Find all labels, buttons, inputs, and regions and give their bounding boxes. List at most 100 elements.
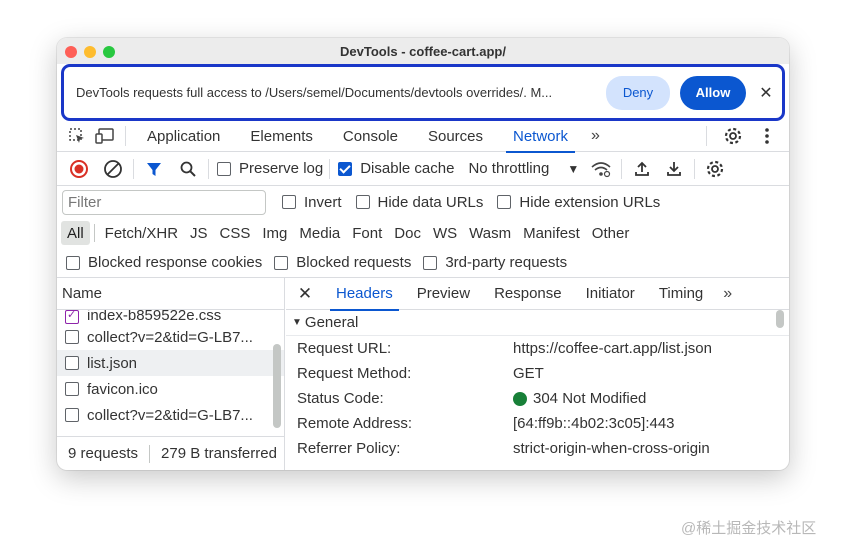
zoom-window-button[interactable] <box>103 46 115 58</box>
type-img[interactable]: Img <box>256 221 293 245</box>
request-list-scrollbar[interactable] <box>273 344 281 428</box>
clear-icon[interactable] <box>99 155 127 183</box>
header-value: [64:ff9b::4b02:3c05]:443 <box>513 415 675 432</box>
deny-button[interactable]: Deny <box>606 75 670 110</box>
blocked-response-cookies-box[interactable] <box>66 255 80 270</box>
type-other[interactable]: Other <box>586 221 636 245</box>
request-summary: 9 requests 279 B transferred <box>57 436 285 470</box>
tab-network[interactable]: Network <box>498 121 583 153</box>
type-wasm[interactable]: Wasm <box>463 221 517 245</box>
hide-data-urls-checkbox[interactable]: Hide data URLs <box>355 193 484 211</box>
name-column-header[interactable]: Name <box>57 278 284 310</box>
header-key: Remote Address: <box>297 415 413 432</box>
header-key: Referrer Policy: <box>297 440 401 457</box>
more-details-tabs-icon[interactable]: » <box>715 285 740 303</box>
third-party-requests-label: 3rd-party requests <box>445 254 568 271</box>
request-row[interactable]: collect?v=2&tid=G-LB7... <box>57 402 284 428</box>
network-settings-icon[interactable] <box>701 155 729 183</box>
general-section-header[interactable]: ▼ General <box>286 310 789 336</box>
blocked-requests-box[interactable] <box>274 255 289 270</box>
settings-gear-icon[interactable] <box>719 122 747 150</box>
collapse-triangle-icon: ▼ <box>292 317 302 328</box>
third-party-requests-box[interactable] <box>423 255 438 270</box>
header-row-request-url: Request URL: https://coffee-cart.app/lis… <box>286 336 789 361</box>
header-value: https://coffee-cart.app/list.json <box>513 340 712 357</box>
type-ws[interactable]: WS <box>427 221 463 245</box>
tab-headers[interactable]: Headers <box>324 278 405 311</box>
filter-funnel-icon[interactable] <box>140 155 168 183</box>
toolbar-divider <box>208 158 209 179</box>
tab-application[interactable]: Application <box>132 121 235 152</box>
document-icon <box>65 356 79 370</box>
hide-data-urls-label: Hide data URLs <box>377 193 484 211</box>
header-value-status: 304 Not Modified <box>513 390 646 407</box>
more-tabs-icon[interactable]: » <box>583 127 608 145</box>
resource-type-filter: All Fetch/XHR JS CSS Img Media Font Doc … <box>57 218 789 248</box>
section-title: General <box>304 314 359 331</box>
toolbar-divider <box>133 158 134 179</box>
tab-timing[interactable]: Timing <box>647 278 715 310</box>
header-value: GET <box>513 365 544 382</box>
throttling-select[interactable]: No throttling ▼ <box>468 160 579 177</box>
hide-data-urls-box[interactable] <box>355 195 370 209</box>
toolbar-divider <box>621 158 623 179</box>
main-tab-bar: Application Elements Console Sources Net… <box>57 121 789 153</box>
tab-preview[interactable]: Preview <box>405 278 482 310</box>
network-toolbar: Preserve log Disable cache No throttling… <box>57 152 789 186</box>
header-row-status-code: Status Code: 304 Not Modified <box>286 386 789 411</box>
minimize-window-button[interactable] <box>84 46 96 58</box>
header-row-request-method: Request Method: GET <box>286 361 789 386</box>
preserve-log-box[interactable] <box>217 161 231 176</box>
disable-cache-checkbox[interactable]: Disable cache <box>338 160 454 177</box>
request-row-selected[interactable]: list.json <box>57 350 284 376</box>
close-icon[interactable]: ✕ <box>758 83 774 103</box>
hide-extension-urls-checkbox[interactable]: Hide extension URLs <box>497 194 660 211</box>
type-fetch-xhr[interactable]: Fetch/XHR <box>99 221 184 245</box>
third-party-requests-checkbox[interactable]: 3rd-party requests <box>423 254 567 271</box>
request-row[interactable]: collect?v=2&tid=G-LB7... <box>57 324 284 350</box>
preserve-log-checkbox[interactable]: Preserve log <box>217 160 323 177</box>
devtools-window: DevTools - coffee-cart.app/ DevTools req… <box>57 38 789 470</box>
import-har-icon[interactable] <box>628 155 656 183</box>
hide-extension-urls-box[interactable] <box>497 195 512 209</box>
tab-initiator[interactable]: Initiator <box>574 278 647 310</box>
blocked-response-cookies-checkbox[interactable]: Blocked response cookies <box>66 254 262 271</box>
tab-sources[interactable]: Sources <box>413 121 498 152</box>
type-media[interactable]: Media <box>293 221 346 245</box>
tab-console[interactable]: Console <box>328 121 413 152</box>
stop-recording-icon[interactable] <box>65 155 93 183</box>
type-all[interactable]: All <box>61 221 90 245</box>
stylesheet-icon <box>65 310 79 324</box>
allow-button[interactable]: Allow <box>680 75 746 110</box>
more-options-icon[interactable] <box>753 122 781 150</box>
export-har-icon[interactable] <box>660 155 688 183</box>
type-doc[interactable]: Doc <box>388 221 427 245</box>
type-css[interactable]: CSS <box>214 221 257 245</box>
filter-row: Filter Invert Hide data URLs Hide extens… <box>57 186 789 218</box>
invert-box[interactable] <box>282 195 296 209</box>
inspect-element-icon[interactable] <box>63 122 91 150</box>
tab-response[interactable]: Response <box>482 278 574 310</box>
type-font[interactable]: Font <box>346 221 388 245</box>
infobar-message: DevTools requests full access to /Users/… <box>76 85 553 100</box>
type-js[interactable]: JS <box>184 221 214 245</box>
close-window-button[interactable] <box>65 46 77 58</box>
filter-input[interactable]: Filter <box>62 189 266 215</box>
tab-elements[interactable]: Elements <box>235 121 328 152</box>
toolbar-divider <box>694 158 696 179</box>
network-conditions-icon[interactable] <box>587 155 615 183</box>
request-details-pane: ✕ Headers Preview Response Initiator Tim… <box>286 278 789 470</box>
type-manifest[interactable]: Manifest <box>517 221 586 245</box>
device-toolbar-icon[interactable] <box>91 122 119 150</box>
request-row[interactable]: favicon.ico <box>57 376 284 402</box>
search-icon[interactable] <box>174 155 202 183</box>
close-details-icon[interactable]: ✕ <box>286 284 324 304</box>
window-controls <box>65 46 115 58</box>
disable-cache-box[interactable] <box>338 161 353 176</box>
invert-checkbox[interactable]: Invert <box>282 194 342 211</box>
document-icon <box>65 408 79 422</box>
request-row[interactable]: index-b859522e.css <box>57 310 284 324</box>
header-key: Status Code: <box>297 390 384 407</box>
blocked-requests-checkbox[interactable]: Blocked requests <box>274 254 411 271</box>
details-scrollbar[interactable] <box>776 310 784 328</box>
